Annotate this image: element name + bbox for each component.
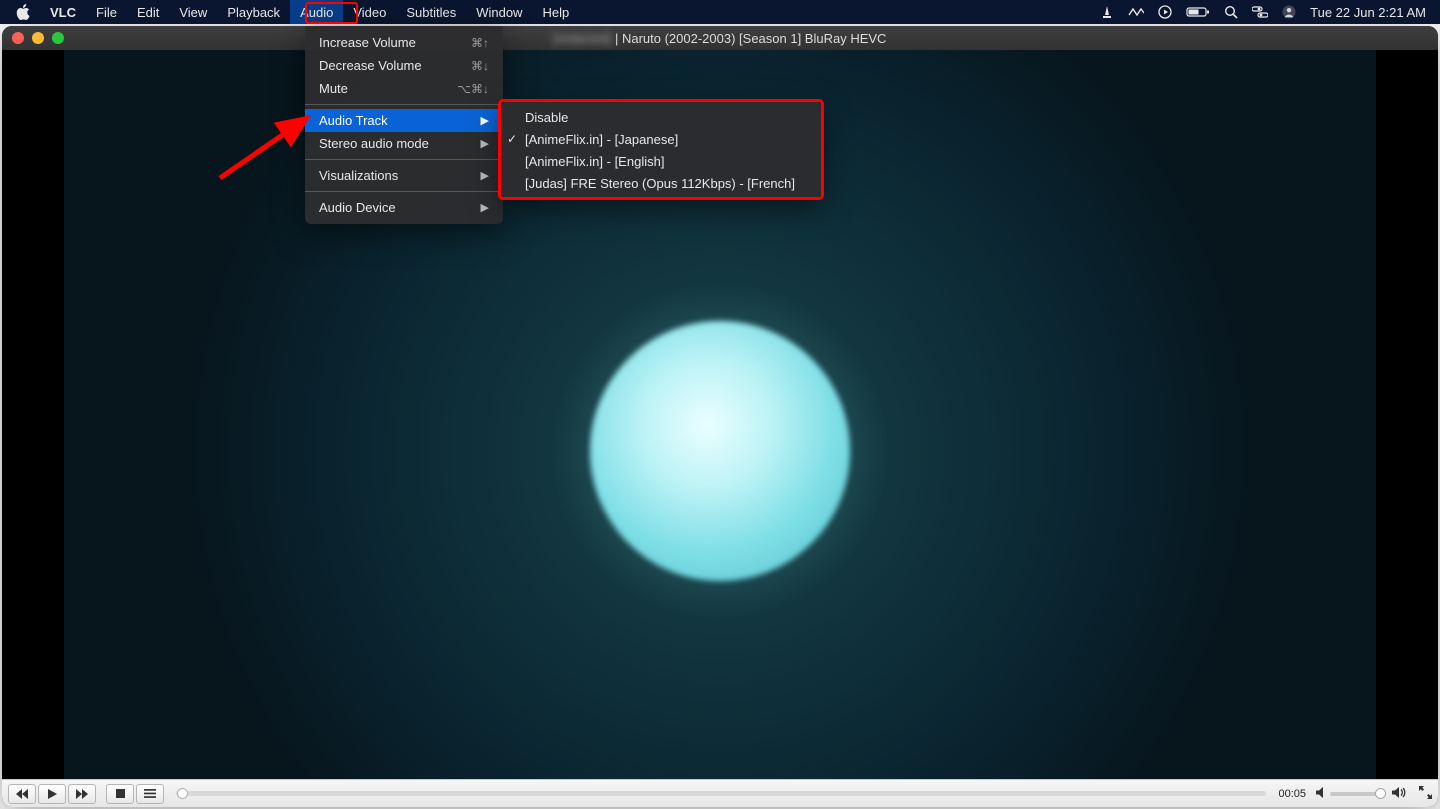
menubar-edit[interactable]: Edit — [127, 0, 169, 24]
menu-audio-device[interactable]: Audio Device▶ — [305, 196, 503, 219]
elapsed-time: 00:05 — [1278, 788, 1306, 800]
menubar-playback[interactable]: Playback — [217, 0, 290, 24]
menubar-audio[interactable]: Audio — [290, 0, 343, 24]
menu-stereo-mode[interactable]: Stereo audio mode▶ — [305, 132, 503, 155]
macos-menubar: VLC File Edit View Playback Audio Video … — [0, 0, 1440, 24]
menu-separator — [305, 104, 503, 105]
seek-knob[interactable] — [177, 788, 188, 799]
vlc-tray-icon[interactable] — [1100, 5, 1114, 19]
menubar-subtitles[interactable]: Subtitles — [396, 0, 466, 24]
apple-menu-icon[interactable] — [14, 3, 32, 21]
user-icon[interactable] — [1282, 5, 1296, 19]
play-button[interactable] — [38, 784, 66, 804]
menu-increase-volume[interactable]: Increase Volume⌘↑ — [305, 31, 503, 54]
menu-mute[interactable]: Mute⌥⌘↓ — [305, 77, 503, 100]
window-title-blurred: [redacted] — [554, 31, 615, 46]
window-title-text: | Naruto (2002-2003) [Season 1] BluRay H… — [615, 31, 886, 46]
stop-button[interactable] — [106, 784, 134, 804]
window-titlebar[interactable]: [redacted] | Naruto (2002-2003) [Season … — [2, 26, 1438, 50]
playback-tray-icon[interactable] — [1158, 5, 1172, 19]
skip-back-button[interactable] — [8, 784, 36, 804]
volume-high-icon[interactable] — [1392, 787, 1407, 801]
menubar-tray: Tue 22 Jun 2:21 AM — [1100, 5, 1440, 20]
menu-decrease-volume[interactable]: Decrease Volume⌘↓ — [305, 54, 503, 77]
menubar-video[interactable]: Video — [343, 0, 396, 24]
menu-separator — [305, 159, 503, 160]
battery-icon[interactable] — [1186, 6, 1210, 18]
track-french[interactable]: [Judas] FRE Stereo (Opus 112Kbps) - [Fre… — [501, 172, 821, 194]
menubar-file[interactable]: File — [86, 0, 127, 24]
track-japanese[interactable]: ✓[AnimeFlix.in] - [Japanese] — [501, 128, 821, 150]
menubar-help[interactable]: Help — [532, 0, 579, 24]
control-center-icon[interactable] — [1252, 6, 1268, 18]
playback-controls: 00:05 — [2, 779, 1438, 807]
audio-track-submenu: Disable ✓[AnimeFlix.in] - [Japanese] [An… — [501, 101, 821, 199]
menubar-app-name[interactable]: VLC — [40, 0, 86, 24]
track-disable[interactable]: Disable — [501, 106, 821, 128]
menubar-window[interactable]: Window — [466, 0, 532, 24]
volume-low-icon[interactable] — [1316, 787, 1328, 801]
window-title: [redacted] | Naruto (2002-2003) [Season … — [2, 31, 1438, 46]
playlist-button[interactable] — [136, 784, 164, 804]
track-english[interactable]: [AnimeFlix.in] - [English] — [501, 150, 821, 172]
menubar-view[interactable]: View — [169, 0, 217, 24]
menubar-clock[interactable]: Tue 22 Jun 2:21 AM — [1310, 5, 1426, 20]
menu-audio-track[interactable]: Audio Track▶ — [305, 109, 503, 132]
menu-visualizations[interactable]: Visualizations▶ — [305, 164, 503, 187]
volume-knob[interactable] — [1375, 788, 1386, 799]
seek-bar[interactable] — [176, 791, 1266, 796]
menu-separator — [305, 191, 503, 192]
sync-icon[interactable] — [1128, 6, 1144, 18]
audio-menu: Increase Volume⌘↑ Decrease Volume⌘↓ Mute… — [305, 26, 503, 224]
spotlight-icon[interactable] — [1224, 5, 1238, 19]
video-frame-moon — [590, 321, 850, 581]
fullscreen-button[interactable] — [1419, 786, 1432, 802]
volume-slider[interactable] — [1330, 792, 1384, 796]
skip-forward-button[interactable] — [68, 784, 96, 804]
